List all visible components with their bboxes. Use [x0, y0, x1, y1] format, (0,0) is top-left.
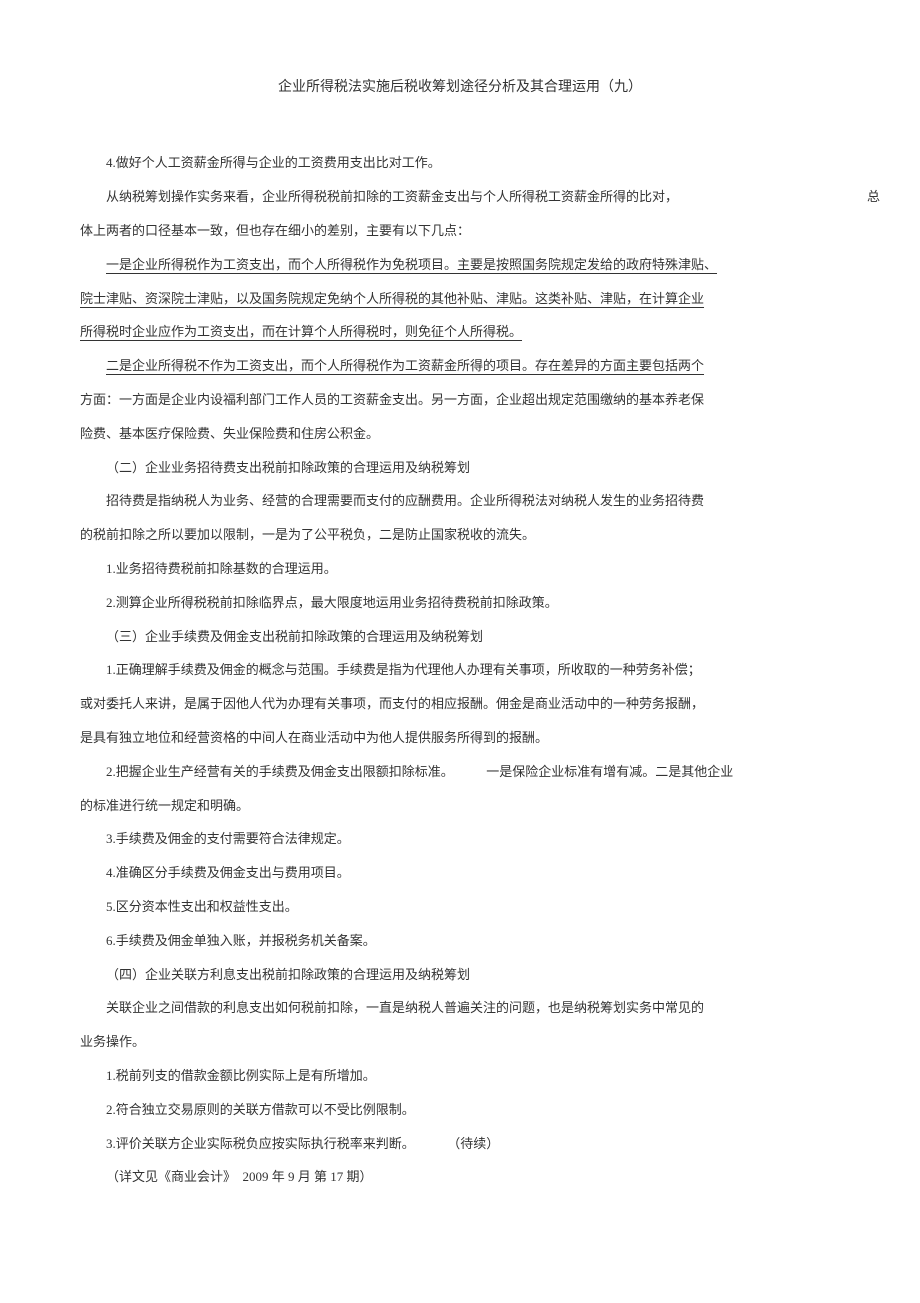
paragraph: 或对委托人来讲，是属于因他人代为办理有关事项，而支付的相应报酬。佣金是商业活动中… — [80, 687, 840, 721]
paragraph: 1.税前列支的借款金额比例实际上是有所增加。 — [80, 1059, 840, 1093]
text-right: 总 — [841, 180, 880, 214]
paragraph: 2.符合独立交易原则的关联方借款可以不受比例限制。 — [80, 1093, 840, 1127]
text-underline: 一是企业所得税作为工资支出，而个人所得税作为免税项目。主要是按照国务院规定发给的… — [106, 257, 717, 272]
paragraph: 2.把握企业生产经营有关的手续费及佣金支出限额扣除标准。 一是保险企业标准有增有减… — [80, 755, 840, 789]
paragraph: 从纳税筹划操作实务来看，企业所得税税前扣除的工资薪金支出与个人所得税工资薪金所得… — [80, 180, 840, 214]
text-underline: 二是企业所得税不作为工资支出，而个人所得税作为工资薪金所得的项目。存在差异的方面… — [106, 358, 704, 373]
text: 3.评价关联方企业实际税负应按实际执行税率来判断。 — [106, 1136, 415, 1151]
section-heading: （四）企业关联方利息支出税前扣除政策的合理运用及纳税筹划 — [80, 958, 840, 992]
paragraph: 的税前扣除之所以要加以限制，一是为了公平税负，二是防止国家税收的流失。 — [80, 518, 840, 552]
paragraph: 是具有独立地位和经营资格的中间人在商业活动中为他人提供服务所得到的报酬。 — [80, 721, 840, 755]
citation: （详文见《商业会计》 2009 年 9 月 第 17 期） — [80, 1160, 840, 1194]
paragraph: 4.准确区分手续费及佣金支出与费用项目。 — [80, 856, 840, 890]
section-heading: （二）企业业务招待费支出税前扣除政策的合理运用及纳税筹划 — [80, 451, 840, 485]
paragraph: 2.测算企业所得税税前扣除临界点，最大限度地运用业务招待费税前扣除政策。 — [80, 586, 840, 620]
text: 从纳税筹划操作实务来看，企业所得税税前扣除的工资薪金支出与个人所得税工资薪金所得… — [106, 189, 678, 204]
paragraph: 1.业务招待费税前扣除基数的合理运用。 — [80, 552, 840, 586]
paragraph: 3.评价关联方企业实际税负应按实际执行税率来判断。 （待续） — [80, 1127, 840, 1161]
text-underline: 所得税时企业应作为工资支出，而在计算个人所得税时，则免征个人所得税。 — [80, 324, 522, 339]
paragraph: 二是企业所得税不作为工资支出，而个人所得税作为工资薪金所得的项目。存在差异的方面… — [80, 349, 840, 383]
paragraph: 一是企业所得税作为工资支出，而个人所得税作为免税项目。主要是按照国务院规定发给的… — [80, 248, 840, 282]
paragraph: 所得税时企业应作为工资支出，而在计算个人所得税时，则免征个人所得税。 — [80, 315, 840, 349]
text-underline: 院士津贴、资深院士津贴，以及国务院规定免纳个人所得税的其他补贴、津贴。这类补贴、… — [80, 291, 704, 306]
document-title: 企业所得税法实施后税收筹划途径分析及其合理运用（九） — [80, 70, 840, 106]
paragraph: 关联企业之间借款的利息支出如何税前扣除，一直是纳税人普遍关注的问题，也是纳税筹划… — [80, 991, 840, 1025]
paragraph: 3.手续费及佣金的支付需要符合法律规定。 — [80, 822, 840, 856]
paragraph: 方面：一方面是企业内设福利部门工作人员的工资薪金支出。另一方面，企业超出规定范围… — [80, 383, 840, 417]
paragraph: 招待费是指纳税人为业务、经营的合理需要而支付的应酬费用。企业所得税法对纳税人发生… — [80, 484, 840, 518]
text: （待续） — [447, 1136, 499, 1151]
paragraph: 6.手续费及佣金单独入账，并报税务机关备案。 — [80, 924, 840, 958]
paragraph: 院士津贴、资深院士津贴，以及国务院规定免纳个人所得税的其他补贴、津贴。这类补贴、… — [80, 282, 840, 316]
text: 2.把握企业生产经营有关的手续费及佣金支出限额扣除标准。 — [106, 764, 454, 779]
paragraph: 5.区分资本性支出和权益性支出。 — [80, 890, 840, 924]
paragraph: 1.正确理解手续费及佣金的概念与范围。手续费是指为代理他人办理有关事项，所收取的… — [80, 653, 840, 687]
section-heading: （三）企业手续费及佣金支出税前扣除政策的合理运用及纳税筹划 — [80, 620, 840, 654]
text: 一是保险企业标准有增有减。二是其他企业 — [486, 764, 733, 779]
paragraph: 的标准进行统一规定和明确。 — [80, 789, 840, 823]
paragraph: 体上两者的口径基本一致，但也存在细小的差别，主要有以下几点： — [80, 214, 840, 248]
paragraph: 4.做好个人工资薪金所得与企业的工资费用支出比对工作。 — [80, 146, 840, 180]
paragraph: 业务操作。 — [80, 1025, 840, 1059]
paragraph: 险费、基本医疗保险费、失业保险费和住房公积金。 — [80, 417, 840, 451]
